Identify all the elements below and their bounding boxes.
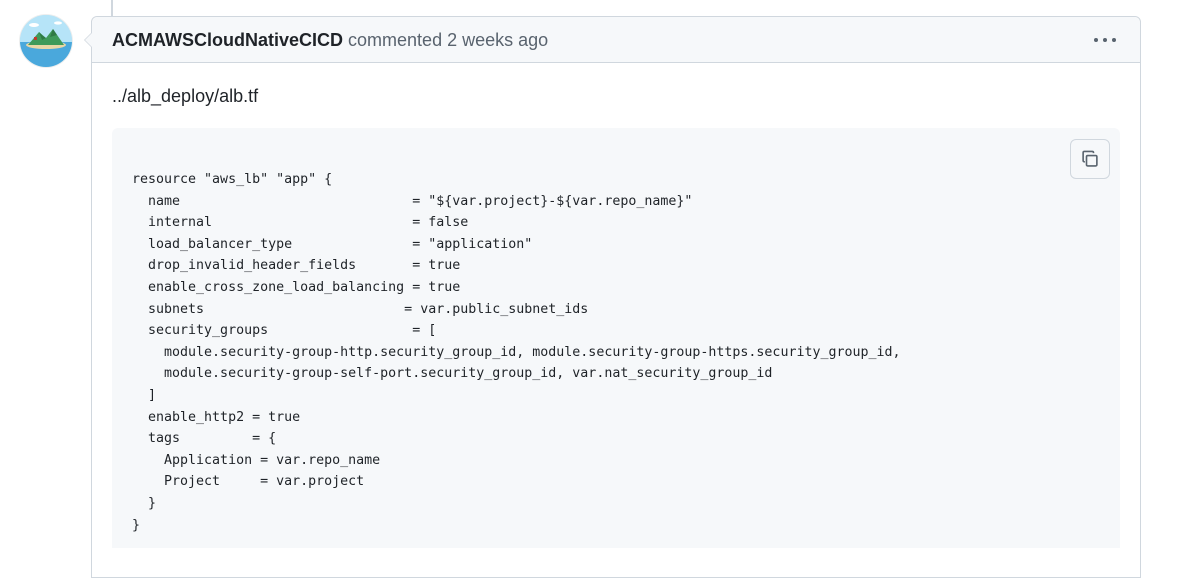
comment-box: ACMAWSCloudNativeCICD commented 2 weeks …: [84, 16, 1141, 578]
kebab-horizontal-icon[interactable]: [1093, 31, 1117, 49]
comment-header: ACMAWSCloudNativeCICD commented 2 weeks …: [92, 17, 1140, 63]
copy-icon: [1082, 150, 1098, 167]
comment-header-text: ACMAWSCloudNativeCICD commented 2 weeks …: [112, 30, 548, 50]
copy-button[interactable]: [1070, 139, 1110, 179]
comment-timestamp[interactable]: 2 weeks ago: [447, 30, 548, 50]
comment-action: commented: [348, 30, 443, 50]
comment-pointer-inner: [85, 33, 92, 47]
file-path-text: ../alb_deploy/alb.tf: [112, 86, 259, 106]
comment-body: ../alb_deploy/alb.tf resource "aws_lb" "…: [92, 63, 1140, 548]
code-block: resource "aws_lb" "app" { name = "${var.…: [112, 128, 1120, 548]
author-link[interactable]: ACMAWSCloudNativeCICD: [112, 30, 343, 50]
avatar[interactable]: [20, 15, 72, 67]
island-avatar-icon: [20, 15, 72, 67]
code-content: resource "aws_lb" "app" { name = "${var.…: [132, 172, 901, 533]
timeline-line: [111, 0, 113, 16]
